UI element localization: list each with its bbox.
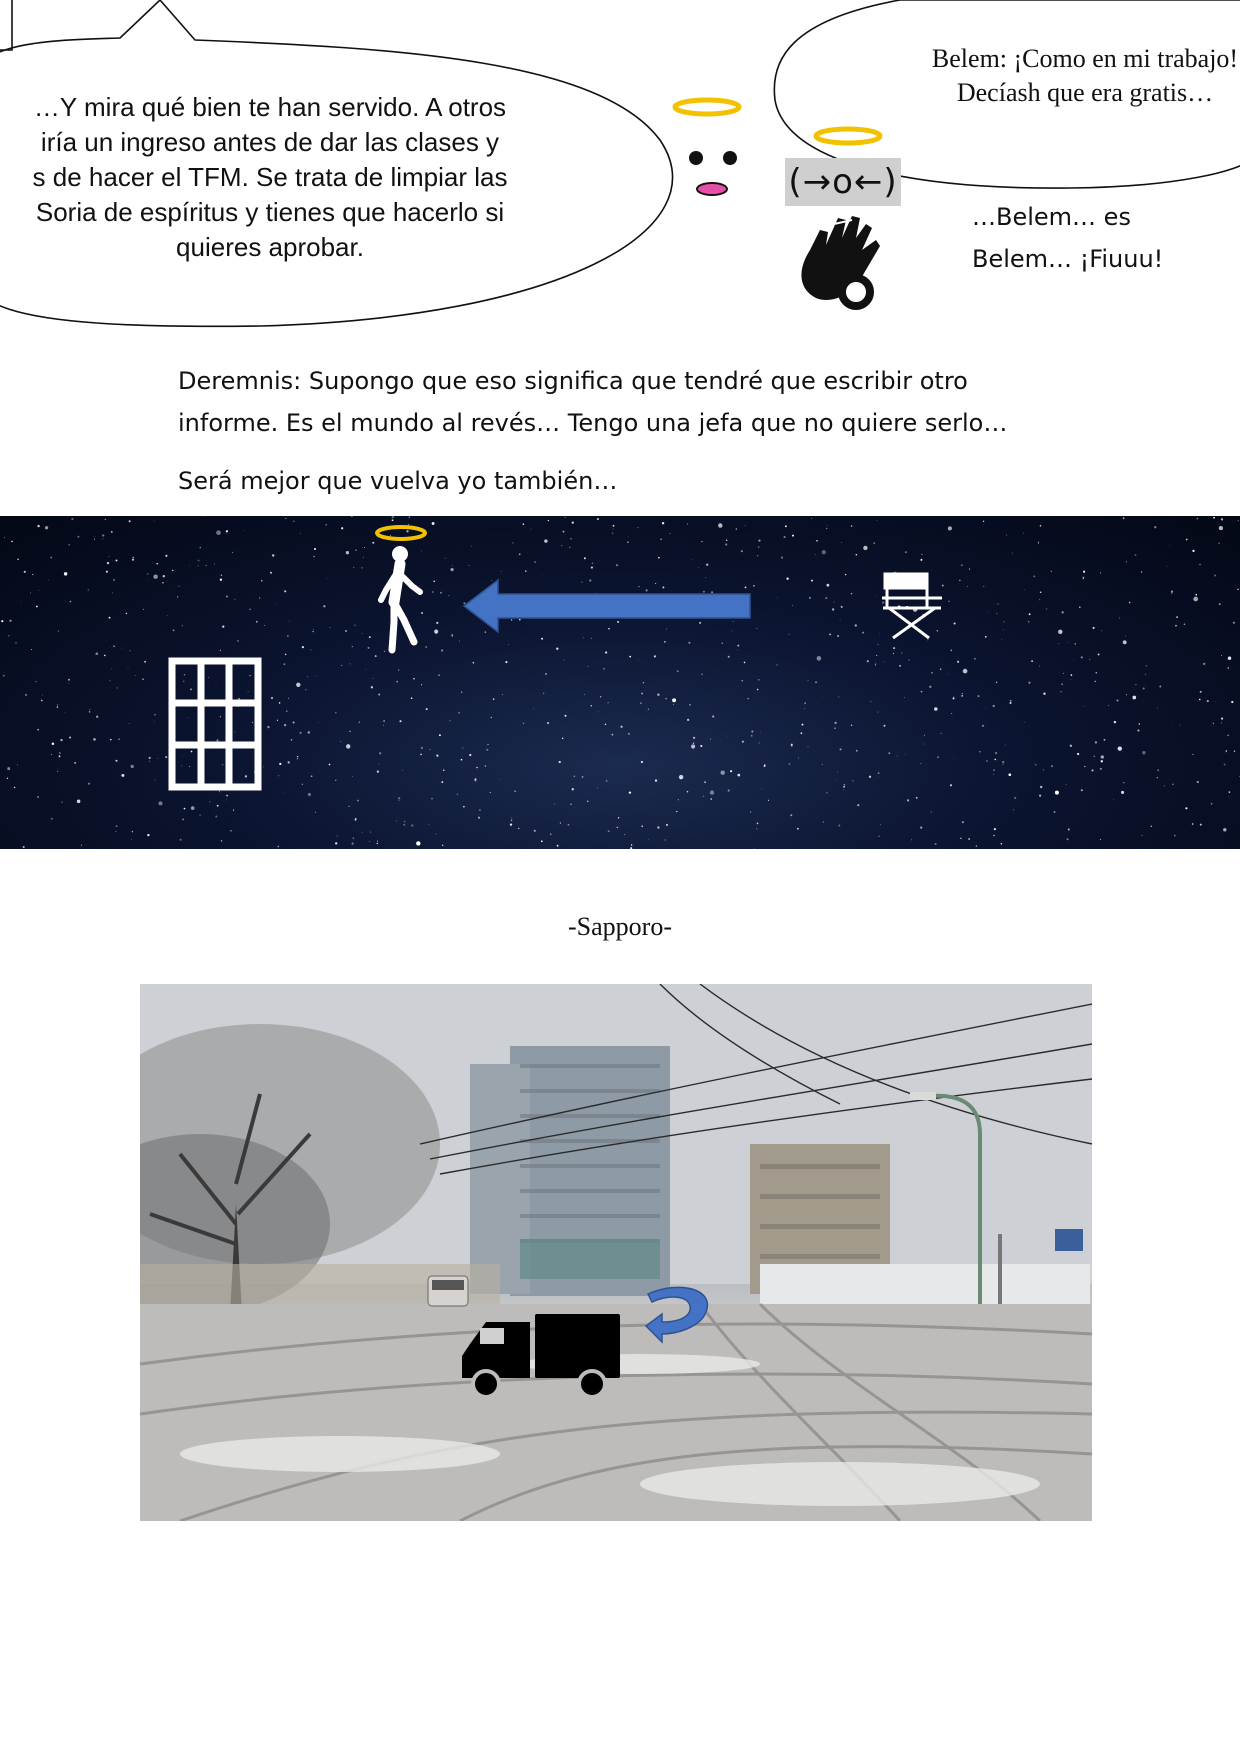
kaomoji: (→o←) xyxy=(785,158,901,206)
starfield-icons xyxy=(168,525,942,791)
bubble-line: iría un ingreso antes de dar las clases … xyxy=(40,127,500,157)
location-caption: -Sapporo- xyxy=(568,912,672,941)
character-face xyxy=(672,97,742,196)
face-icon xyxy=(689,151,737,196)
halo-icon xyxy=(813,126,883,146)
bubble-line: s de hacer el TFM. Se trata de limpiar l… xyxy=(32,162,508,192)
left-bubble-text: …Y mira qué bien te han servido. A otros… xyxy=(0,90,540,265)
window-icon xyxy=(168,657,262,791)
aside-text: …Belem… es Belem… ¡Fiuuu! xyxy=(972,196,1163,280)
narrative-text: Deremnis: Supongo que eso significa que … xyxy=(178,360,1078,502)
street-scene xyxy=(140,984,1092,1521)
arrow-left-icon xyxy=(462,578,751,634)
narrative-line: Será mejor que vuelva yo también… xyxy=(178,467,618,495)
halo-icon xyxy=(672,97,742,117)
sapporo-photo xyxy=(140,984,1092,1521)
bubble-line: quieres aprobar. xyxy=(176,232,364,262)
walking-person-icon xyxy=(378,546,423,654)
clapping-hands-icon xyxy=(801,216,880,310)
bubble-line: …Y mira qué bien te han servido. A otros xyxy=(33,92,507,122)
aside-line: …Belem… es xyxy=(972,203,1131,231)
starfield-panel xyxy=(0,516,1240,849)
directors-chair-icon xyxy=(882,572,942,640)
bubble-line: Soria de espíritus y tienes que hacerlo … xyxy=(35,197,505,227)
right-bubble-text: Belem: ¡Como en mi trabajo! Decíash que … xyxy=(895,42,1240,110)
narrative-line: informe. Es el mundo al revés… Tengo una… xyxy=(178,409,1008,437)
bubble-line: Belem: ¡Como en mi trabajo! xyxy=(931,44,1239,73)
halo-icon xyxy=(375,525,427,541)
aside-line: Belem… ¡Fiuuu! xyxy=(972,245,1164,273)
narrative-line: Deremnis: Supongo que eso significa que … xyxy=(178,367,968,395)
bubble-line: Decíash que era gratis… xyxy=(956,78,1214,107)
